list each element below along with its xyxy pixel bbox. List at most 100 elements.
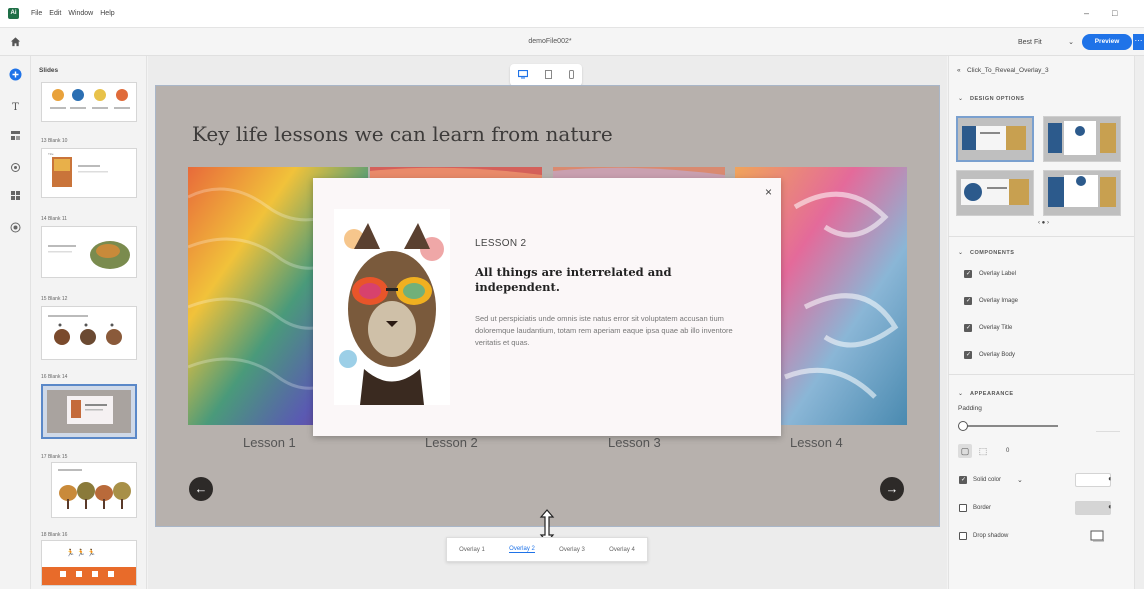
svg-text:Title: Title (48, 152, 54, 156)
menu-bar: File Edit Window Help (31, 10, 115, 17)
design-option-3[interactable] (956, 170, 1034, 216)
maximize-button[interactable]: □ (1112, 8, 1117, 18)
menu-window[interactable]: Window (68, 10, 93, 17)
grid-icon[interactable] (9, 190, 22, 203)
menu-edit[interactable]: Edit (49, 10, 61, 17)
overlay-body[interactable]: Sed ut perspiciatis unde omnis iste natu… (475, 313, 745, 349)
more-button[interactable]: ⋯ (1133, 34, 1144, 50)
menu-file[interactable]: File (31, 10, 42, 17)
border-color-swatch[interactable] (1075, 501, 1111, 515)
border-label: Border (973, 505, 992, 511)
chevron-down-icon[interactable]: ⌄ (958, 390, 963, 397)
overlay-image-option: Overlay Image (979, 298, 1019, 304)
overlay-body-option: Overlay Body (979, 352, 1016, 358)
svg-text:🏃 🏃 🏃: 🏃 🏃 🏃 (66, 548, 96, 557)
slide-title[interactable]: Key life lessons we can learn from natur… (192, 122, 613, 146)
solid-color-checkbox[interactable] (959, 476, 967, 484)
padding-individual-icon[interactable]: ⬚ (976, 444, 990, 458)
desktop-view-icon[interactable] (518, 69, 529, 81)
tab-overlay-2[interactable]: Overlay 2 (509, 546, 535, 553)
divider (948, 374, 1134, 375)
design-option-4[interactable] (1043, 170, 1121, 216)
appearance-heading: APPEARANCE (970, 391, 1014, 397)
zoom-value: Best Fit (1018, 38, 1042, 46)
padding-label: Padding (958, 405, 982, 412)
menu-help[interactable]: Help (100, 10, 114, 17)
lesson-1-label[interactable]: Lesson 1 (243, 435, 296, 450)
padding-value-field[interactable] (1096, 418, 1120, 432)
slide-label: 15 Blank 12 (41, 296, 68, 302)
padding-slider-handle[interactable] (958, 421, 968, 431)
interaction-icon[interactable] (9, 162, 22, 175)
preview-button[interactable]: Preview (1082, 34, 1132, 50)
tablet-view-icon[interactable] (544, 69, 552, 81)
slide-thumbnail[interactable]: 🏃 🏃 🏃 (41, 540, 137, 586)
text-icon[interactable]: T (9, 101, 22, 114)
overlay-body-checkbox[interactable] (964, 351, 972, 359)
close-icon[interactable]: × (765, 185, 772, 199)
header-bar: demoFile002* Best Fit ⌄ Preview ⋯ (0, 28, 1144, 56)
slide-thumbnail[interactable] (51, 462, 137, 518)
layout-icon[interactable] (9, 130, 22, 143)
slide-thumbnail[interactable]: Title (41, 148, 137, 198)
drop-shadow-preview-icon[interactable] (1075, 528, 1119, 544)
color-picker-icon[interactable]: ◐ (1108, 474, 1113, 483)
tab-overlay-4[interactable]: Overlay 4 (609, 547, 635, 553)
mobile-view-icon[interactable] (568, 69, 574, 81)
padding-uniform-icon[interactable]: ▢ (958, 444, 972, 458)
drop-shadow-label: Drop shadow (973, 533, 1009, 539)
overlay-image-checkbox[interactable] (964, 297, 972, 305)
app-logo-icon: Ai (8, 8, 19, 19)
chevron-down-icon[interactable]: ⌄ (958, 249, 963, 256)
next-arrow-button[interactable]: → (880, 477, 904, 501)
slide-label: 18 Blank 16 (41, 532, 68, 538)
solid-color-label: Solid color (973, 477, 1002, 483)
circle-dot-icon[interactable] (9, 222, 22, 235)
home-icon[interactable] (10, 36, 21, 47)
minimize-button[interactable]: – (1084, 8, 1089, 18)
overlay-tabs: Overlay 1 Overlay 2 Overlay 3 Overlay 4 (446, 537, 648, 562)
divider (948, 236, 1134, 237)
lesson-4-label[interactable]: Lesson 4 (790, 435, 843, 450)
design-option-1[interactable] (956, 116, 1034, 162)
solid-color-swatch[interactable] (1075, 473, 1111, 487)
lesson-3-label[interactable]: Lesson 3 (608, 435, 661, 450)
slides-panel: Slides 13 Blank 10 Title 14 Blank 11 15 … (31, 56, 147, 589)
border-checkbox[interactable] (959, 504, 967, 512)
tab-overlay-3[interactable]: Overlay 3 (559, 547, 585, 553)
prev-arrow-button[interactable]: ← (189, 477, 213, 501)
overlay-image[interactable] (334, 209, 450, 405)
tab-overlay-1[interactable]: Overlay 1 (459, 547, 485, 553)
overlay-title[interactable]: All things are interrelated and independ… (475, 265, 695, 295)
components-heading: COMPONENTS (970, 250, 1015, 256)
design-options-pager[interactable]: ‹ ● › (1038, 220, 1049, 226)
drop-shadow-checkbox[interactable] (959, 532, 967, 540)
title-bar: Ai File Edit Window Help – □ (0, 0, 1144, 28)
add-content-icon[interactable] (9, 68, 22, 81)
slide-thumbnail-selected[interactable] (41, 384, 137, 439)
overlay-label[interactable]: LESSON 2 (475, 238, 526, 249)
slides-heading: Slides (39, 67, 59, 74)
right-rail (1134, 56, 1144, 589)
chevron-down-icon: ⌄ (1068, 39, 1074, 46)
slide-thumbnail[interactable] (41, 306, 137, 360)
slide-thumbnail[interactable] (41, 226, 137, 278)
padding-value: 0 (1006, 448, 1010, 454)
device-toggle (510, 64, 582, 86)
slide-thumbnail[interactable] (41, 82, 137, 122)
overlay-label-checkbox[interactable] (964, 270, 972, 278)
breadcrumb[interactable]: Click_To_Reveal_Overlay_3 (967, 67, 1049, 74)
lesson-2-label[interactable]: Lesson 2 (425, 435, 478, 450)
color-picker-icon[interactable]: ◐ (1108, 502, 1113, 511)
overlay-title-checkbox[interactable] (964, 324, 972, 332)
back-chevron-icon[interactable]: « (957, 67, 961, 74)
slide-label: 16 Blank 14 (41, 374, 68, 380)
chevron-down-icon[interactable]: ⌄ (958, 95, 963, 102)
slide-label: 17 Blank 15 (41, 454, 68, 460)
padding-slider[interactable] (964, 425, 1058, 427)
slide-label: 13 Blank 10 (41, 138, 68, 144)
design-option-2[interactable] (1043, 116, 1121, 162)
overlay-dialog[interactable]: × LESSON 2 All things are interrelated a… (313, 178, 781, 436)
zoom-select[interactable]: Best Fit ⌄ (1018, 35, 1074, 49)
chevron-down-icon[interactable]: ⌄ (1017, 476, 1023, 484)
